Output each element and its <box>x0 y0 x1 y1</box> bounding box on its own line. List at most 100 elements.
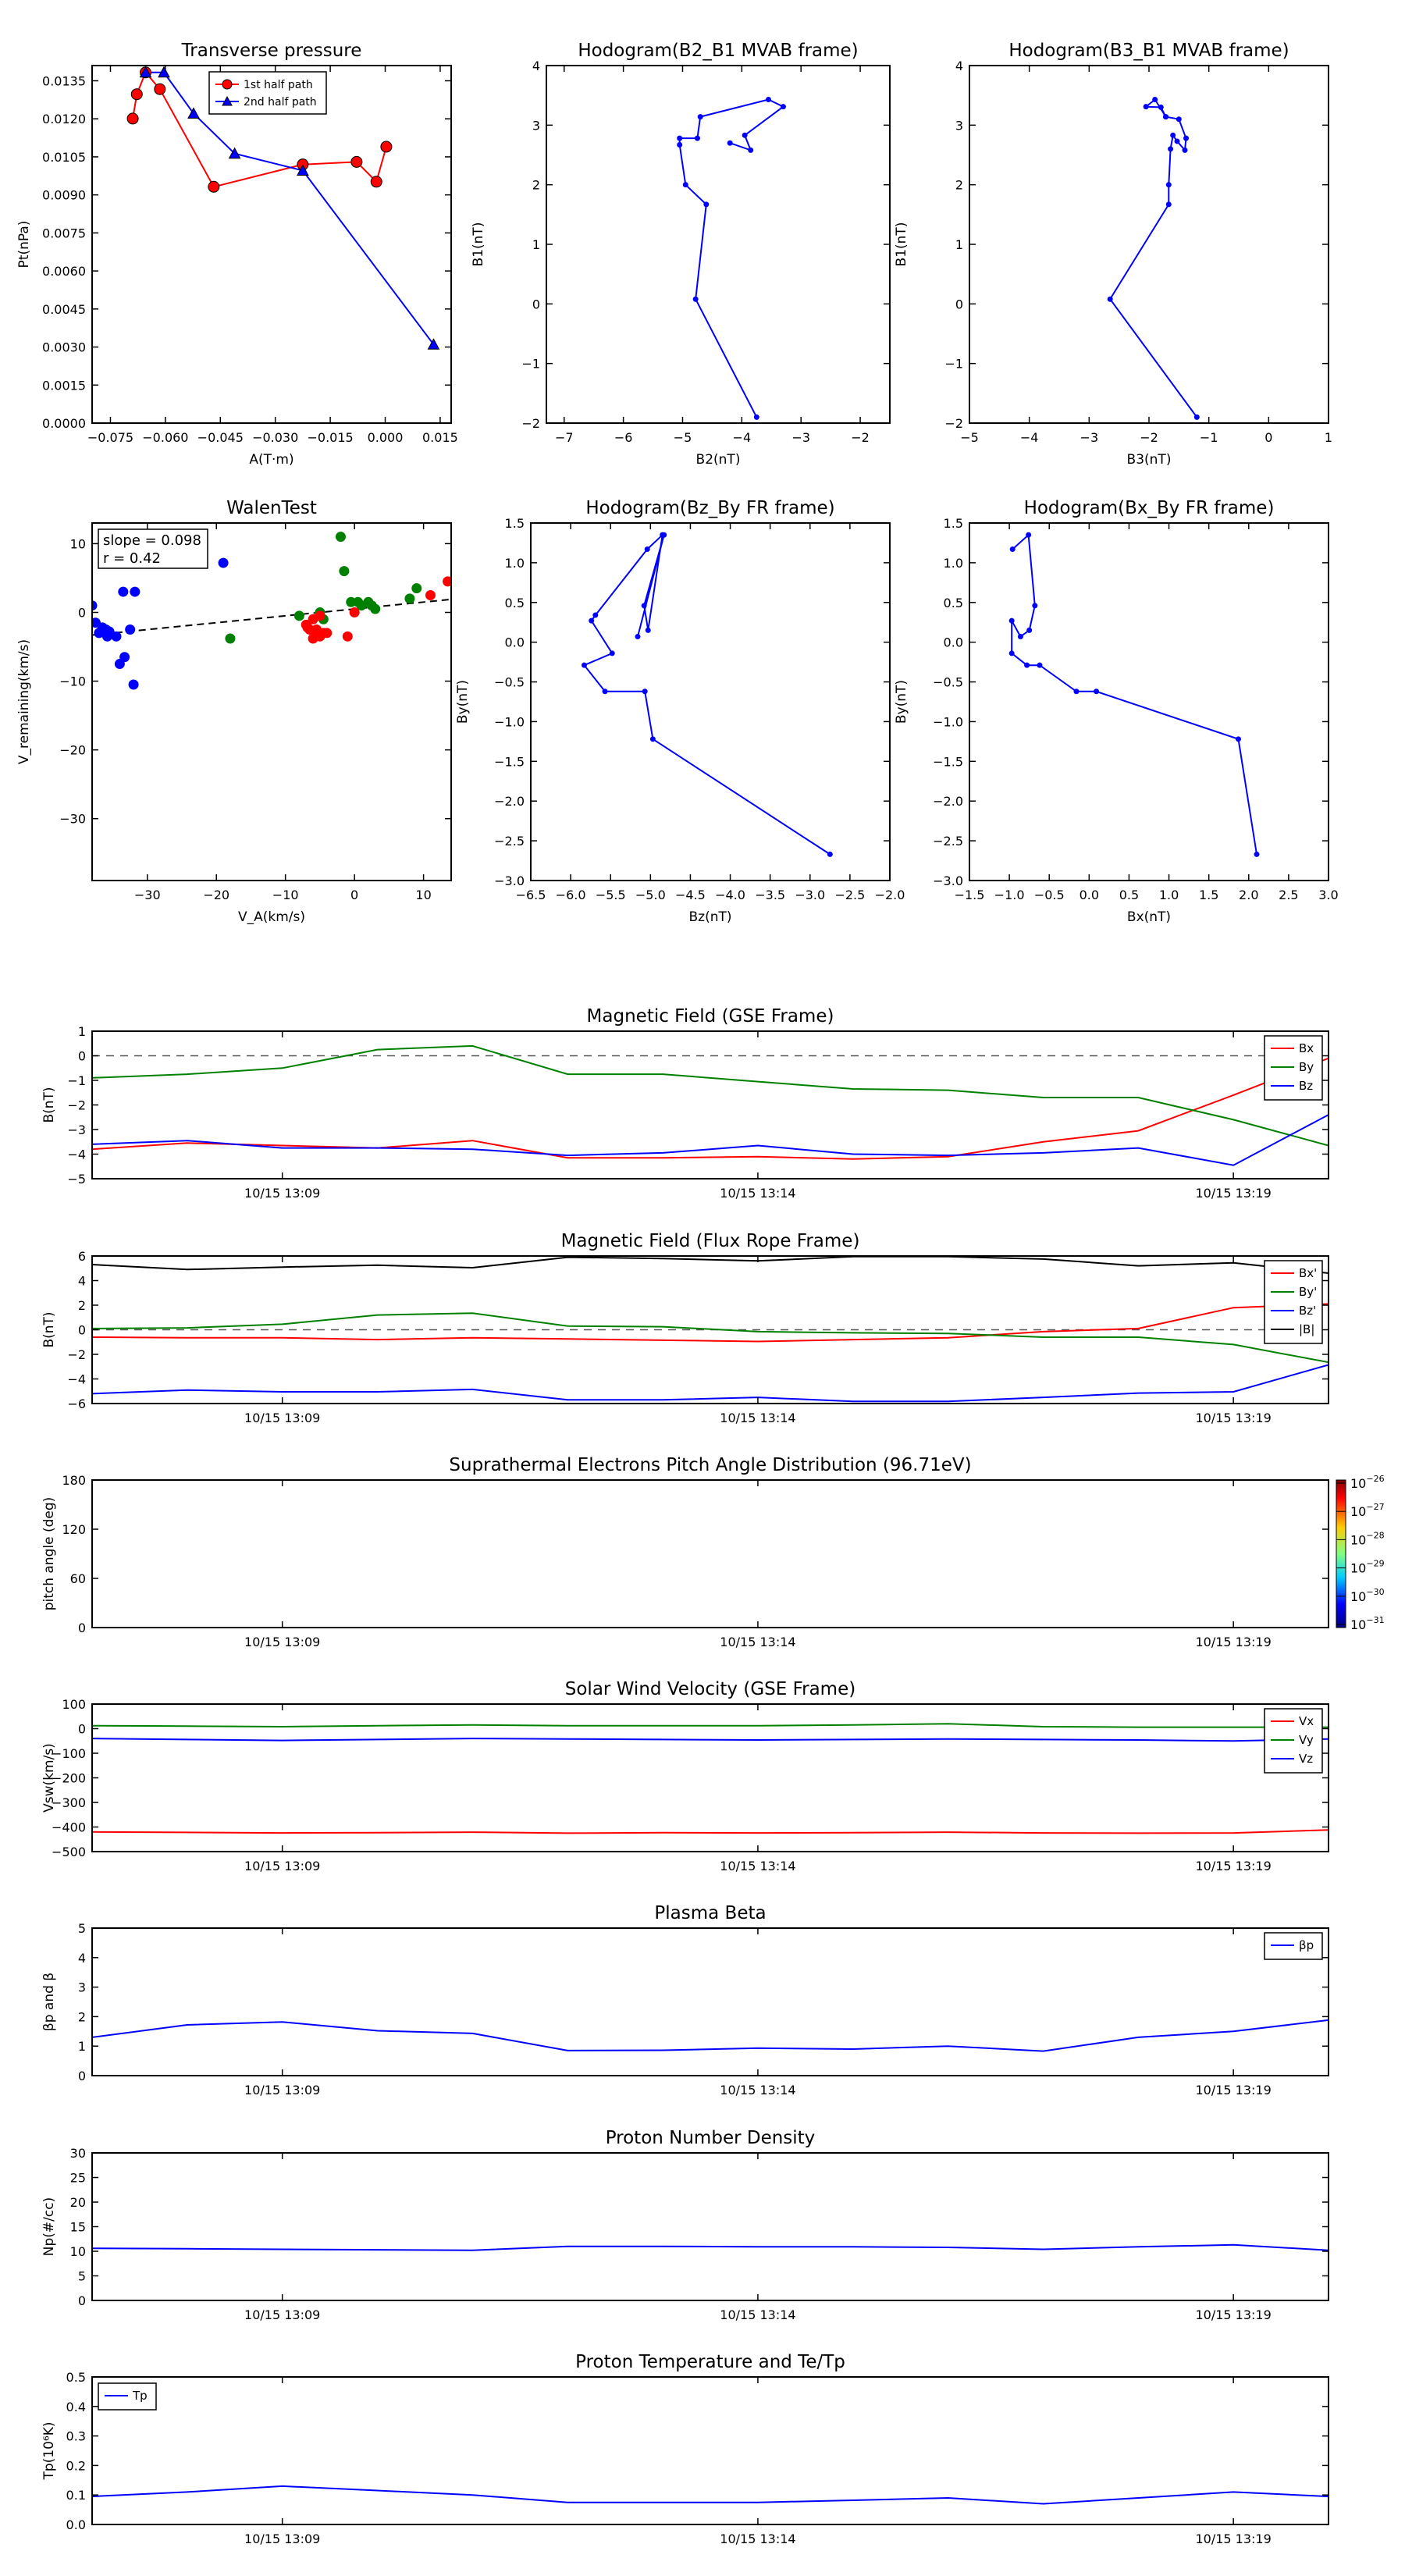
data-point <box>827 851 833 857</box>
series-line-0 <box>92 1057 1329 1160</box>
y-tick-label: −1 <box>521 357 540 372</box>
data-point <box>748 147 754 153</box>
data-point <box>661 532 667 538</box>
y-tick-label: 60 <box>70 1571 86 1586</box>
y-tick-label: −1.0 <box>933 714 963 729</box>
data-point <box>1176 116 1182 123</box>
colorbar <box>1336 1479 1346 1628</box>
series-line-0 <box>1011 533 1257 855</box>
chart-title: Plasma Beta <box>654 1903 766 1923</box>
x-tick-label: 1 <box>1325 430 1332 445</box>
y-tick-label: 30 <box>70 2146 86 2161</box>
data-point <box>649 736 656 742</box>
x-tick-label: −10 <box>272 888 299 902</box>
data-point <box>753 414 759 420</box>
series-line-0 <box>678 98 785 418</box>
legend-label: |B| <box>1299 1322 1314 1336</box>
legend-label: 1st half path <box>244 79 313 91</box>
legend-label: Bz <box>1299 1079 1313 1093</box>
chart-ts_tp: Proton Temperature and Te/Tp 0.0 0.1 0.2 0.3… <box>41 2352 1329 2546</box>
data-point <box>592 612 599 618</box>
x-tick-label: 0 <box>1264 430 1272 445</box>
y-tick-label: 1.0 <box>944 556 963 571</box>
y-axis-label: pitch angle (deg) <box>41 1497 57 1611</box>
x-tick-label: −0.030 <box>252 430 298 445</box>
data-point <box>335 532 346 543</box>
data-point <box>1032 603 1038 609</box>
data-point <box>1182 147 1188 153</box>
colorbar-label: 10−31 <box>1350 1615 1385 1632</box>
y-tick-label: 0 <box>78 2069 86 2083</box>
x-tick-label: −30 <box>134 888 161 902</box>
x-tick-label: −0.5 <box>1034 888 1065 902</box>
x-tick-label: 0.015 <box>422 430 458 445</box>
y-tick-label: 4 <box>78 1951 86 1966</box>
y-tick-label: 0 <box>955 297 963 311</box>
x-tick-label: 10/15 13:14 <box>720 2532 795 2546</box>
data-point <box>293 610 304 621</box>
x-tick-label: 10/15 13:14 <box>720 2307 795 2322</box>
data-point <box>1017 634 1023 640</box>
x-tick-label: 10 <box>415 888 431 902</box>
y-tick-label: 4 <box>532 59 540 73</box>
chart-title: Hodogram(Bz_By FR frame) <box>585 498 834 518</box>
x-tick-label: 10/15 13:09 <box>244 1411 320 1425</box>
y-tick-label: 0.5 <box>505 596 525 610</box>
y-tick-label: −3.0 <box>494 873 525 888</box>
y-tick-label: −1.5 <box>494 754 525 769</box>
y-axis-label: Pt(nPa) <box>16 221 32 269</box>
data-point <box>765 97 771 103</box>
plot-area <box>92 1044 1329 1166</box>
data-point <box>677 142 683 148</box>
data-point <box>1168 146 1174 152</box>
data-point <box>727 140 733 146</box>
y-tick-label: 3 <box>532 118 540 133</box>
x-tick-label: −6.5 <box>516 888 546 902</box>
data-point <box>677 135 683 141</box>
x-tick-label: 10/15 13:14 <box>720 2083 795 2097</box>
x-tick-label: −3 <box>791 430 810 445</box>
plot-area <box>677 97 786 420</box>
data-point <box>742 132 748 138</box>
y-tick-label: 0.3 <box>66 2429 86 2444</box>
chart-h2: Hodogram(B3_B1 MVAB frame) −2 −1 0 1 2 3 4 −5 −4 −… <box>894 41 1332 468</box>
axes-frame <box>91 1927 1329 2076</box>
y-axis-label: B(nT) <box>41 1311 57 1347</box>
series-line-1 <box>92 1723 1329 1728</box>
y-tick-label: 0.1 <box>66 2488 86 2503</box>
y-tick-label: 2 <box>955 178 963 193</box>
y-tick-label: 3 <box>955 118 963 133</box>
legend-label: By <box>1299 1060 1314 1074</box>
data-point <box>602 688 608 695</box>
data-point <box>128 679 139 690</box>
y-axis-label: Tp(10⁶K) <box>41 2421 57 2480</box>
colorbar-label: 10−28 <box>1350 1530 1385 1547</box>
series-line-3 <box>92 1256 1329 1274</box>
data-point <box>1107 296 1113 302</box>
plot-area <box>1107 97 1200 420</box>
chart-title: Magnetic Field (GSE Frame) <box>587 1006 834 1026</box>
x-tick-label: 3.0 <box>1318 888 1338 902</box>
y-tick-label: −1 <box>944 357 963 372</box>
y-tick-label: −3.0 <box>933 873 963 888</box>
x-tick-label: −3.5 <box>755 888 785 902</box>
x-axis-label: Bz(nT) <box>688 909 731 925</box>
x-axis-label: V_A(km/s) <box>238 909 305 925</box>
y-tick-label: 0.5 <box>944 596 963 610</box>
y-tick-label: −500 <box>52 1845 86 1859</box>
data-point <box>589 617 595 624</box>
axes-frame <box>969 522 1329 881</box>
data-point <box>114 659 125 670</box>
y-tick-label: 120 <box>62 1522 86 1537</box>
y-tick-label: −2.0 <box>933 794 963 809</box>
y-tick-label: 0 <box>78 606 86 621</box>
y-tick-label: 2 <box>78 2009 86 2024</box>
y-tick-label: −1 <box>67 1073 86 1088</box>
data-point <box>1008 650 1015 656</box>
chart-h1: Hodogram(B2_B1 MVAB frame) −2 −1 0 1 2 3 4 −7 −6 −… <box>471 41 891 468</box>
data-point <box>694 135 700 141</box>
y-axis-label: V_remaining(km/s) <box>16 639 32 764</box>
y-tick-label: −1.0 <box>494 714 525 729</box>
data-point <box>703 201 710 208</box>
x-tick-label: 10/15 13:09 <box>244 2532 320 2546</box>
